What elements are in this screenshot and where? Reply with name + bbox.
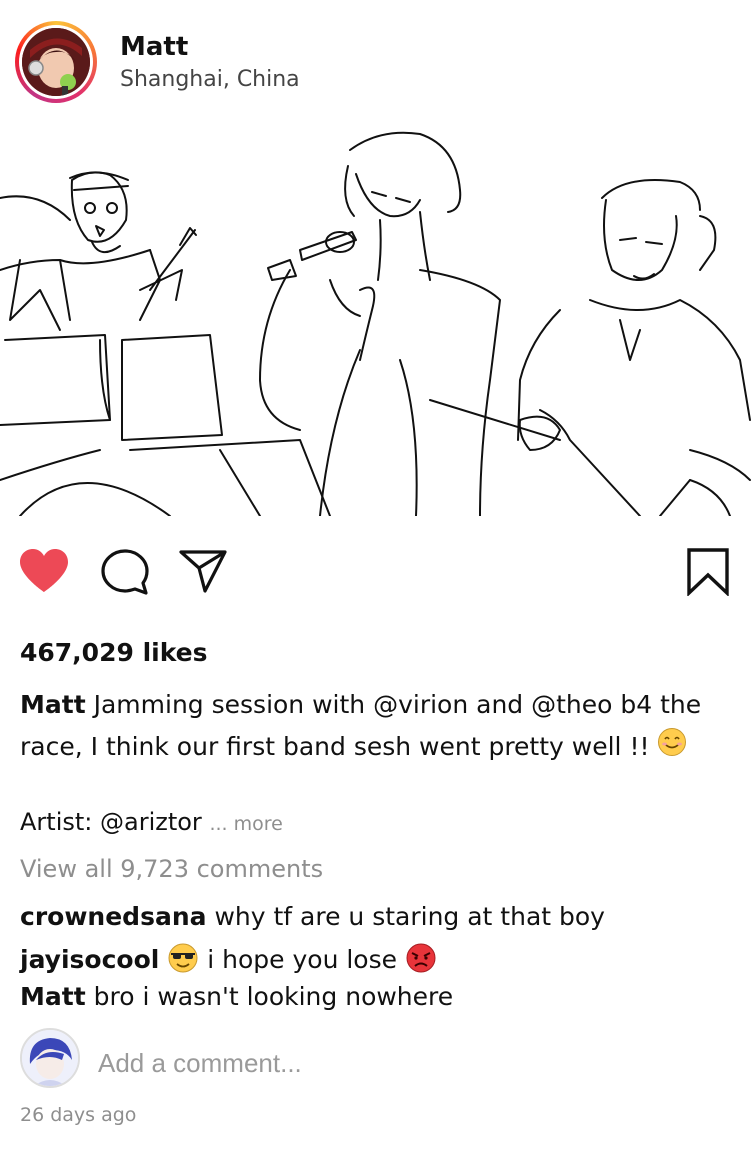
artist-credit: Artist: @ariztor ... more bbox=[20, 808, 283, 836]
caption-text: Jamming session with @virion and @theo b… bbox=[20, 690, 702, 761]
comment-row: Matt bro i wasn't looking nowhere bbox=[20, 982, 453, 1011]
comment-row: crownedsana why tf are u staring at that… bbox=[20, 902, 605, 931]
speech-bubble-icon[interactable] bbox=[100, 548, 150, 600]
artist-text[interactable]: Artist: @ariztor bbox=[20, 808, 202, 836]
paper-plane-icon[interactable] bbox=[178, 548, 228, 598]
story-ring[interactable] bbox=[15, 21, 97, 103]
comment-text: bro i wasn't looking nowhere bbox=[93, 982, 454, 1011]
post-image[interactable] bbox=[0, 120, 754, 517]
username[interactable]: Matt bbox=[120, 32, 188, 62]
angry-face-emoji bbox=[405, 942, 437, 980]
smiling-face-emoji bbox=[657, 727, 687, 770]
comment-text: i hope you lose bbox=[207, 945, 398, 974]
bookmark-icon[interactable] bbox=[686, 548, 730, 600]
comment-row: jayisocool i hope you lose bbox=[20, 942, 437, 980]
post-caption: Matt Jamming session with @virion and @t… bbox=[20, 684, 720, 770]
comment-text: why tf are u staring at that boy bbox=[214, 902, 605, 931]
comment-username[interactable]: crownedsana bbox=[20, 902, 207, 931]
comment-username[interactable]: jayisocool bbox=[20, 945, 159, 974]
heart-icon[interactable] bbox=[18, 548, 70, 598]
timestamp: 26 days ago bbox=[20, 1104, 137, 1126]
sunglasses-face-emoji bbox=[167, 942, 199, 980]
post-header: Matt Shanghai, China bbox=[0, 0, 754, 130]
caption-username[interactable]: Matt bbox=[20, 690, 86, 719]
location[interactable]: Shanghai, China bbox=[120, 67, 300, 92]
action-bar bbox=[0, 540, 754, 600]
view-all-comments[interactable]: View all 9,723 comments bbox=[20, 855, 323, 883]
avatar[interactable] bbox=[22, 28, 90, 96]
more-link[interactable]: ... more bbox=[209, 813, 282, 835]
viewer-avatar[interactable] bbox=[20, 1028, 80, 1088]
add-comment-input[interactable] bbox=[96, 1042, 700, 1084]
likes-count[interactable]: 467,029 likes bbox=[20, 638, 208, 667]
comment-username[interactable]: Matt bbox=[20, 982, 86, 1011]
